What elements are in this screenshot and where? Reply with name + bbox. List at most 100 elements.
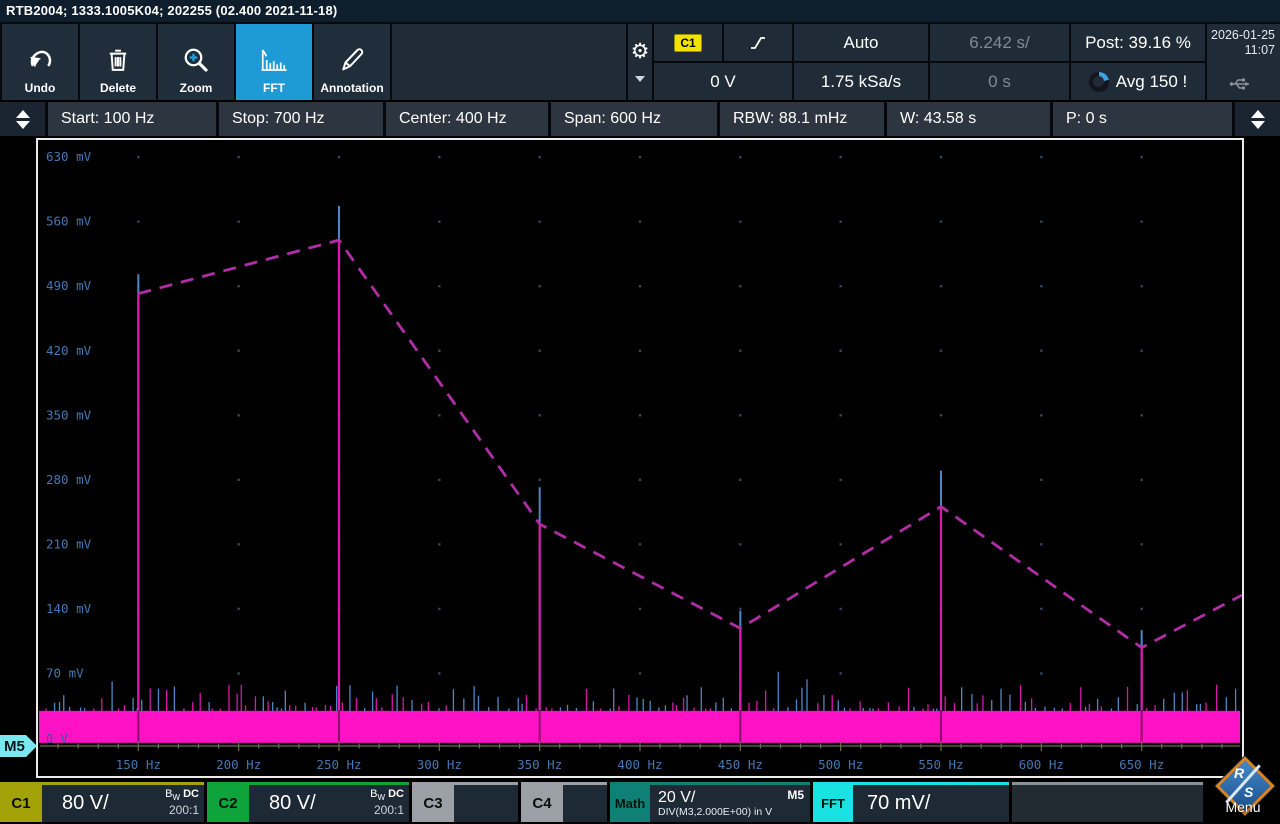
svg-text:0 V: 0 V	[46, 732, 68, 746]
channel-c2-badge[interactable]: C2	[207, 785, 249, 822]
svg-text:350 Hz: 350 Hz	[517, 757, 562, 772]
fft-button[interactable]: FFT	[236, 24, 312, 100]
svg-text:280 mV: 280 mV	[46, 472, 92, 487]
channel-bar-filler	[1012, 782, 1203, 822]
time-value: 11:07	[1211, 43, 1275, 58]
spectrum-icon	[257, 41, 291, 75]
post-trigger-value: Post: 39.16 %	[1085, 33, 1191, 53]
rohde-schwarz-logo: RS Menu	[1215, 756, 1271, 812]
svg-text:150 Hz: 150 Hz	[116, 757, 161, 772]
undo-label: Undo	[25, 81, 56, 95]
channel-math-section[interactable]: Math 20 V/ M5 DIV(M3,2.000E+00) in V	[610, 782, 810, 822]
svg-text:200 Hz: 200 Hz	[216, 757, 261, 772]
svg-text:140 mV: 140 mV	[46, 601, 92, 616]
trigger-mode-value: Auto	[844, 33, 879, 53]
marker-m5-flag[interactable]: M5	[0, 735, 37, 757]
annotation-label: Annotation	[320, 81, 383, 95]
trigger-slope-cell[interactable]	[724, 24, 792, 61]
trigger-level-cell[interactable]: 0 V	[654, 63, 792, 100]
sample-rate-cell[interactable]: 1.75 kSa/s	[794, 63, 928, 100]
status-grid: C1 Auto 6.242 s/ Post: 39.16 %	[654, 24, 1205, 100]
marker-m5-label: M5	[4, 738, 25, 755]
fft-rbw-cell[interactable]: RBW: 88.1 mHz	[720, 102, 884, 136]
fft-display[interactable]: 0 V150 Hz200 Hz250 Hz300 Hz350 Hz400 Hz4…	[36, 138, 1244, 778]
channel-c4-section[interactable]: C4	[521, 782, 607, 822]
fft-rbw-value: RBW: 88.1 mHz	[733, 110, 847, 128]
annotation-button[interactable]: Annotation	[314, 24, 390, 100]
channel-c4-badge[interactable]: C4	[521, 785, 563, 822]
datetime-panel: 2026-01-25 11:07	[1207, 24, 1280, 100]
channel-bar: C1 80 V/ BW DC 200:1 C2 80 V/ BW DC 200:…	[0, 780, 1280, 822]
horizontal-position-cell[interactable]: 0 s	[930, 63, 1069, 100]
channel-fft-section[interactable]: FFT 70 mV/	[813, 782, 1009, 822]
svg-text:560 mV: 560 mV	[46, 214, 92, 229]
settings-gear-button[interactable]: ⚙	[628, 24, 652, 100]
fft-scale: 70 mV/	[867, 792, 930, 815]
date-value: 2026-01-25	[1211, 28, 1275, 43]
fft-center-cell[interactable]: Center: 400 Hz	[386, 102, 548, 136]
average-progress-icon	[1089, 72, 1109, 92]
channel-c1-section[interactable]: C1 80 V/ BW DC 200:1	[0, 782, 204, 822]
zoom-button[interactable]: Zoom	[158, 24, 234, 100]
channel-c2-section[interactable]: C2 80 V/ BW DC 200:1	[207, 782, 409, 822]
svg-text:420 mV: 420 mV	[46, 343, 92, 358]
channel-c1-badge[interactable]: C1	[0, 785, 42, 822]
settings-scroll-left[interactable]	[0, 102, 45, 136]
device-id-text: RTB2004; 1333.1005K04; 202255 (02.400 20…	[6, 3, 337, 18]
fft-span-value: Span: 600 Hz	[564, 110, 661, 128]
svg-text:300 Hz: 300 Hz	[417, 757, 462, 772]
svg-text:630 mV: 630 mV	[46, 149, 92, 164]
delete-button[interactable]: Delete	[80, 24, 156, 100]
oscilloscope-screen: RTB2004; 1333.1005K04; 202255 (02.400 20…	[0, 0, 1280, 824]
channel-c2-scale: 80 V/	[269, 792, 316, 815]
fft-center-value: Center: 400 Hz	[399, 110, 507, 128]
channel-fft-badge[interactable]: FFT	[813, 785, 853, 822]
fft-plot-svg: 0 V150 Hz200 Hz250 Hz300 Hz350 Hz400 Hz4…	[38, 140, 1242, 776]
channel-c3-badge[interactable]: C3	[412, 785, 454, 822]
acquisition-cell[interactable]: Avg 150 !	[1071, 63, 1205, 100]
undo-button[interactable]: Undo	[2, 24, 78, 100]
timebase-value: 6.242 s/	[969, 33, 1030, 53]
svg-text:350 mV: 350 mV	[46, 407, 92, 422]
header: Undo Delete Zoom	[0, 22, 1280, 100]
channel-c2-probe-ratio: 200:1	[370, 804, 404, 817]
trigger-mode-cell[interactable]: Auto	[794, 24, 928, 61]
usb-icon	[1228, 76, 1254, 92]
undo-icon	[25, 41, 55, 75]
post-trigger-cell[interactable]: Post: 39.16 %	[1071, 24, 1205, 61]
magnifier-plus-icon	[181, 41, 211, 75]
acquisition-value: Avg 150 !	[1116, 72, 1188, 92]
fft-window-cell[interactable]: W: 43.58 s	[887, 102, 1050, 136]
rising-edge-icon	[747, 34, 769, 52]
svg-text:490 mV: 490 mV	[46, 278, 92, 293]
channel-c3-section[interactable]: C3	[412, 782, 518, 822]
trigger-source-cell[interactable]: C1	[654, 24, 722, 61]
logo-area: RS Menu	[1206, 782, 1280, 822]
svg-text:450 Hz: 450 Hz	[718, 757, 763, 772]
menu-button[interactable]: Menu	[1215, 799, 1271, 815]
fft-span-cell[interactable]: Span: 600 Hz	[551, 102, 717, 136]
delete-label: Delete	[100, 81, 136, 95]
fft-start-value: Start: 100 Hz	[61, 110, 154, 128]
channel-c1-probe-ratio: 200:1	[165, 804, 199, 817]
fft-position-cell[interactable]: P: 0 s	[1053, 102, 1232, 136]
channel-c1-scale: 80 V/	[62, 792, 109, 815]
plot-area: 0 V150 Hz200 Hz250 Hz300 Hz350 Hz400 Hz4…	[0, 136, 1280, 780]
svg-text:500 Hz: 500 Hz	[818, 757, 863, 772]
math-ref-label: M5	[787, 788, 804, 802]
channel-math-badge[interactable]: Math	[610, 785, 650, 822]
fft-start-cell[interactable]: Start: 100 Hz	[48, 102, 216, 136]
sample-rate-value: 1.75 kSa/s	[821, 72, 901, 92]
trigger-level-value: 0 V	[710, 72, 736, 92]
settings-scroll-right[interactable]	[1235, 102, 1280, 136]
svg-text:650 Hz: 650 Hz	[1119, 757, 1164, 772]
fft-stop-cell[interactable]: Stop: 700 Hz	[219, 102, 383, 136]
svg-text:550 Hz: 550 Hz	[918, 757, 963, 772]
chevron-down-icon	[635, 76, 645, 82]
fft-stop-value: Stop: 700 Hz	[232, 110, 325, 128]
timebase-cell[interactable]: 6.242 s/	[930, 24, 1069, 61]
gear-icon: ⚙	[631, 42, 650, 62]
svg-text:600 Hz: 600 Hz	[1019, 757, 1064, 772]
device-title-bar: RTB2004; 1333.1005K04; 202255 (02.400 20…	[0, 0, 1280, 22]
toolbar-spacer	[392, 24, 626, 100]
